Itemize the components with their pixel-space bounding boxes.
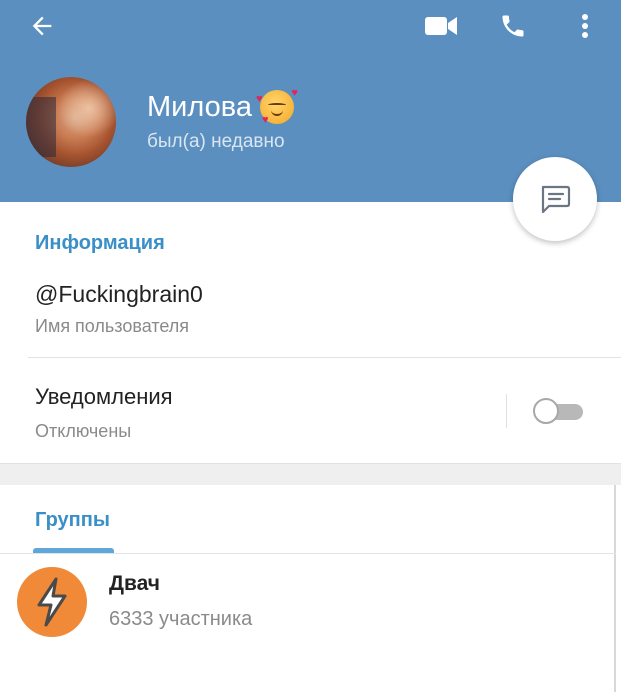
username-label: Имя пользователя: [35, 316, 190, 336]
group-name: Двач: [109, 572, 160, 595]
notifications-status: Отключены: [35, 421, 132, 441]
tab-groups[interactable]: Группы: [35, 509, 110, 532]
group-list-item[interactable]: Двач 6333 участника: [0, 555, 616, 645]
divider: [28, 357, 621, 358]
video-call-button[interactable]: [420, 8, 462, 44]
username-value[interactable]: @Fuckingbrain0: [35, 281, 203, 308]
video-call-icon: [425, 17, 457, 35]
notifications-toggle[interactable]: [533, 398, 583, 424]
group-members-count: 6333 участника: [109, 608, 253, 630]
info-section-title: Информация: [35, 232, 165, 254]
profile-name-text: Милова: [147, 90, 252, 123]
group-avatar: [17, 567, 87, 637]
phone-call-button[interactable]: [494, 8, 532, 44]
more-options-button[interactable]: [570, 8, 600, 44]
smiling-face-with-hearts-icon: ♥ ♥ ♥: [255, 87, 298, 126]
last-seen-status: был(а) недавно: [147, 131, 285, 152]
more-vert-icon: [582, 14, 588, 38]
profile-avatar[interactable]: [26, 77, 116, 167]
lightning-bolt-icon: [37, 577, 67, 627]
send-message-button[interactable]: [513, 157, 597, 241]
profile-name: Милова ♥ ♥ ♥: [147, 87, 298, 126]
divider: [0, 553, 616, 554]
phone-icon: [502, 15, 524, 37]
notifications-label[interactable]: Уведомления: [35, 384, 173, 410]
section-separator: [0, 463, 621, 485]
toggle-knob: [533, 398, 559, 424]
vertical-divider: [506, 394, 507, 428]
back-button[interactable]: [22, 8, 62, 44]
message-icon: [541, 185, 571, 214]
back-arrow-icon: [32, 16, 52, 36]
